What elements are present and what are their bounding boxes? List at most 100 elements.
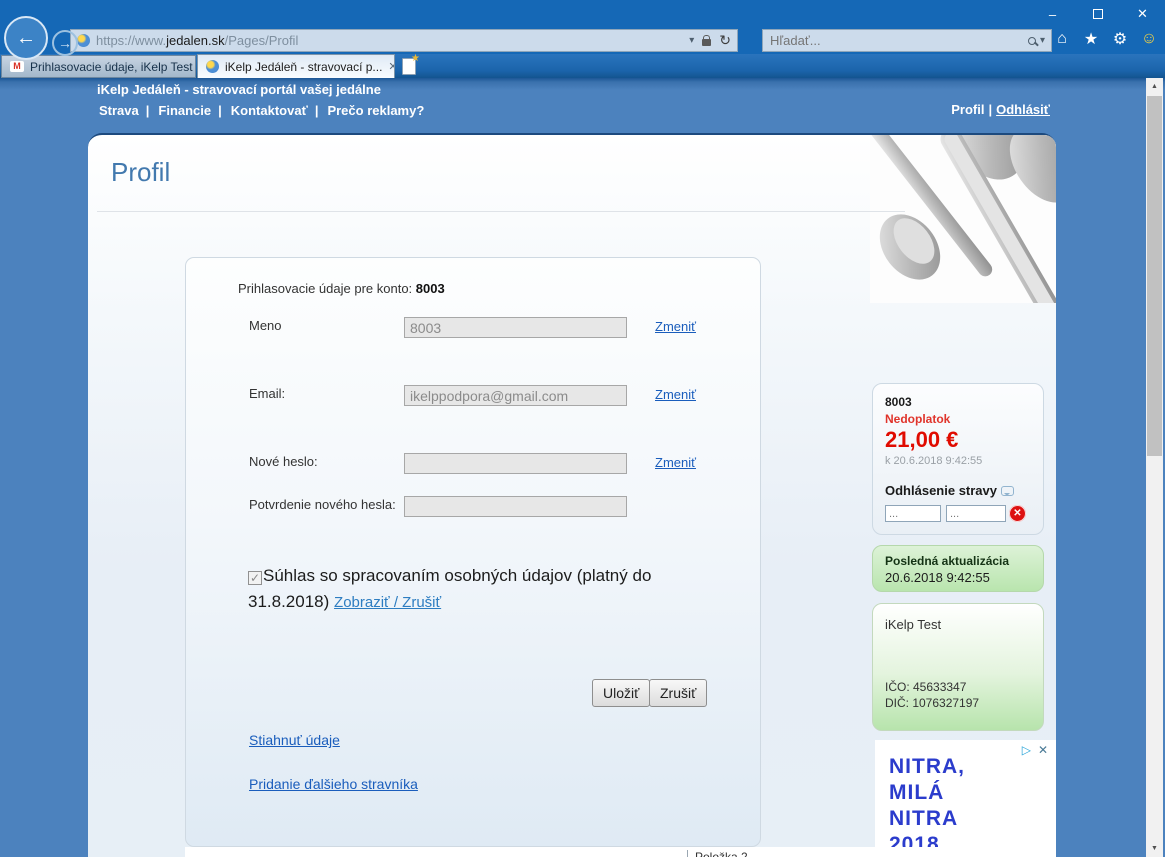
cutlery-image	[870, 135, 1056, 303]
page-title: Profil	[111, 157, 170, 188]
nav-item-strava[interactable]: Strava	[99, 103, 139, 118]
close-button[interactable]: ✕	[1120, 0, 1165, 28]
url-path: /Pages/Profil	[225, 33, 299, 48]
form-heading-prefix: Prihlasovacie údaje pre konto:	[238, 281, 416, 296]
change-email-link[interactable]: Zmeniť	[655, 387, 696, 402]
organization-card: iKelp Test IČO: 45633347 DIČ: 1076327197	[872, 603, 1044, 731]
minimize-button[interactable]: –	[1030, 0, 1075, 28]
balance-label: Nedoplatok	[885, 412, 950, 426]
tab-close-icon[interactable]: ✕	[382, 60, 395, 73]
table-column-divider	[687, 850, 688, 857]
tab-gmail-title: Prihlasovacie údaje, iKelp Test ...	[30, 60, 196, 74]
save-button[interactable]: Uložiť	[592, 679, 650, 707]
feedback-smiley-icon[interactable]: ☺	[1139, 30, 1159, 48]
content-card: Profil Prihlasovacie údaje pre konto: 80…	[88, 133, 1056, 857]
nav-separator: |	[315, 103, 319, 118]
maximize-icon	[1093, 9, 1103, 19]
browser-window: – ✕ ← → https://www.jedalen.sk/Pages/Pro…	[0, 0, 1165, 857]
window-controls: – ✕	[1030, 0, 1165, 28]
url-scheme: https://www.	[96, 33, 166, 48]
input-nove-heslo[interactable]	[404, 453, 627, 474]
search-icon[interactable]	[1028, 37, 1036, 45]
input-email[interactable]	[404, 385, 627, 406]
logout-link[interactable]: Odhlásiť	[996, 102, 1050, 117]
input-potvrdenie-hesla[interactable]	[404, 496, 627, 517]
change-heslo-link[interactable]: Zmeniť	[655, 455, 696, 470]
unsubscribe-date-to-input[interactable]	[946, 505, 1006, 522]
page-scrollbar[interactable]: ▲ ▼	[1146, 78, 1163, 857]
change-meno-link[interactable]: Zmeniť	[655, 319, 696, 334]
browser-action-icons: ⌂ ★ ⚙ ☺	[1052, 29, 1159, 49]
balance-asof: k 20.6.2018 9:42:55	[885, 455, 982, 467]
last-update-value: 20.6.2018 9:42:55	[885, 570, 990, 585]
settings-gear-icon[interactable]: ⚙	[1110, 29, 1130, 49]
ikelp-favicon-icon	[206, 60, 219, 73]
scrollbar-thumb[interactable]	[1147, 96, 1162, 456]
url-domain: jedalen.sk	[166, 33, 225, 48]
add-diner-link[interactable]: Pridanie ďalšieho stravníka	[249, 776, 418, 792]
unsubscribe-date-from-input[interactable]	[885, 505, 941, 522]
nav-item-preco-reklamy[interactable]: Prečo reklamy?	[327, 103, 424, 118]
site-nav: Strava | Financie | Kontaktovať | Prečo …	[99, 103, 424, 118]
nav-separator: |	[146, 103, 150, 118]
page-viewport: iKelp Jedáleň - stravovací portál vašej …	[0, 78, 1165, 857]
home-icon[interactable]: ⌂	[1052, 30, 1072, 48]
profile-form-panel: Prihlasovacie údaje pre konto: 8003 Meno…	[185, 257, 761, 847]
search-box: ▾	[762, 29, 1052, 52]
gmail-icon: M	[10, 61, 24, 72]
tooltip-bubble-icon[interactable]	[1001, 486, 1014, 496]
address-dropdown-icon[interactable]: ▾	[689, 35, 694, 46]
consent-show-cancel-link[interactable]: Zobraziť / Zrušiť	[334, 594, 441, 611]
organization-name: iKelp Test	[885, 617, 941, 632]
nav-item-financie[interactable]: Financie	[158, 103, 211, 118]
consent-block: ✓Súhlas so spracovaním osobných údajov (…	[248, 563, 728, 614]
favorites-icon[interactable]: ★	[1081, 29, 1101, 49]
back-button[interactable]: ←	[4, 16, 48, 60]
cancel-button[interactable]: Zrušiť	[649, 679, 707, 707]
title-divider	[97, 211, 905, 212]
ad-text: NITRA, MILÁ NITRA 2018	[889, 754, 965, 857]
address-bar[interactable]: https://www.jedalen.sk/Pages/Profil ▾ ↻	[70, 29, 738, 52]
input-meno[interactable]	[404, 317, 627, 338]
last-update-card: Posledná aktualizácia 20.6.2018 9:42:55	[872, 545, 1044, 592]
ad-close-icon[interactable]: ✕	[1038, 743, 1048, 757]
unsubscribe-meals-text: Odhlásenie stravy	[885, 483, 997, 498]
tab-bar: M Prihlasovacie údaje, iKelp Test ... iK…	[0, 54, 1165, 78]
scroll-up-icon[interactable]: ▲	[1146, 78, 1163, 95]
label-potvrdenie-hesla: Potvrdenie nového hesla:	[249, 497, 396, 512]
form-heading: Prihlasovacie údaje pre konto: 8003	[238, 281, 445, 296]
site-header-title: iKelp Jedáleň - stravovací portál vašej …	[97, 82, 381, 97]
new-tab-button[interactable]: ★	[402, 58, 416, 75]
form-heading-account: 8003	[416, 281, 445, 296]
nav-item-kontaktovat[interactable]: Kontaktovať	[231, 103, 308, 118]
forward-button[interactable]: →	[52, 30, 78, 56]
consent-text: Súhlas so spracovaním osobných údajov (p…	[248, 566, 651, 611]
title-bar: – ✕	[0, 0, 1165, 28]
ad-line: NITRA,	[889, 754, 965, 780]
consent-checkbox[interactable]: ✓	[248, 571, 262, 585]
organization-ico: IČO: 45633347	[885, 680, 966, 694]
download-data-link[interactable]: Stiahnuť údaje	[249, 732, 340, 748]
tab-ikelp-title: iKelp Jedáleň - stravovací p...	[225, 60, 382, 74]
adchoices-icon[interactable]: ▷	[1022, 743, 1031, 757]
browser-toolbar: ← → https://www.jedalen.sk/Pages/Profil …	[0, 27, 1165, 54]
label-nove-heslo: Nové heslo:	[249, 454, 318, 469]
maximize-button[interactable]	[1075, 0, 1120, 28]
new-tab-star-icon: ★	[411, 53, 420, 64]
balance-card: 8003 Nedoplatok 21,00 € k 20.6.2018 9:42…	[872, 383, 1044, 535]
search-dropdown-icon[interactable]: ▾	[1040, 35, 1045, 46]
security-lock-icon[interactable]	[702, 39, 711, 46]
organization-dic: DIČ: 1076327197	[885, 696, 979, 710]
profil-link[interactable]: Profil	[951, 102, 984, 117]
tab-ikelp-active[interactable]: iKelp Jedáleň - stravovací p... ✕	[197, 54, 395, 78]
label-meno: Meno	[249, 318, 282, 333]
ad-line: MILÁ	[889, 780, 965, 806]
advertisement[interactable]: ▷ ✕ NITRA, MILÁ NITRA 2018	[875, 740, 1056, 857]
search-input[interactable]	[763, 33, 1028, 48]
refresh-icon[interactable]: ↻	[719, 32, 731, 49]
scroll-down-icon[interactable]: ▼	[1146, 840, 1163, 857]
site-favicon-icon	[77, 34, 90, 47]
last-update-label: Posledná aktualizácia	[885, 554, 1009, 568]
balance-amount: 21,00 €	[885, 427, 958, 453]
unsubscribe-clear-button[interactable]: ✕	[1009, 505, 1026, 522]
